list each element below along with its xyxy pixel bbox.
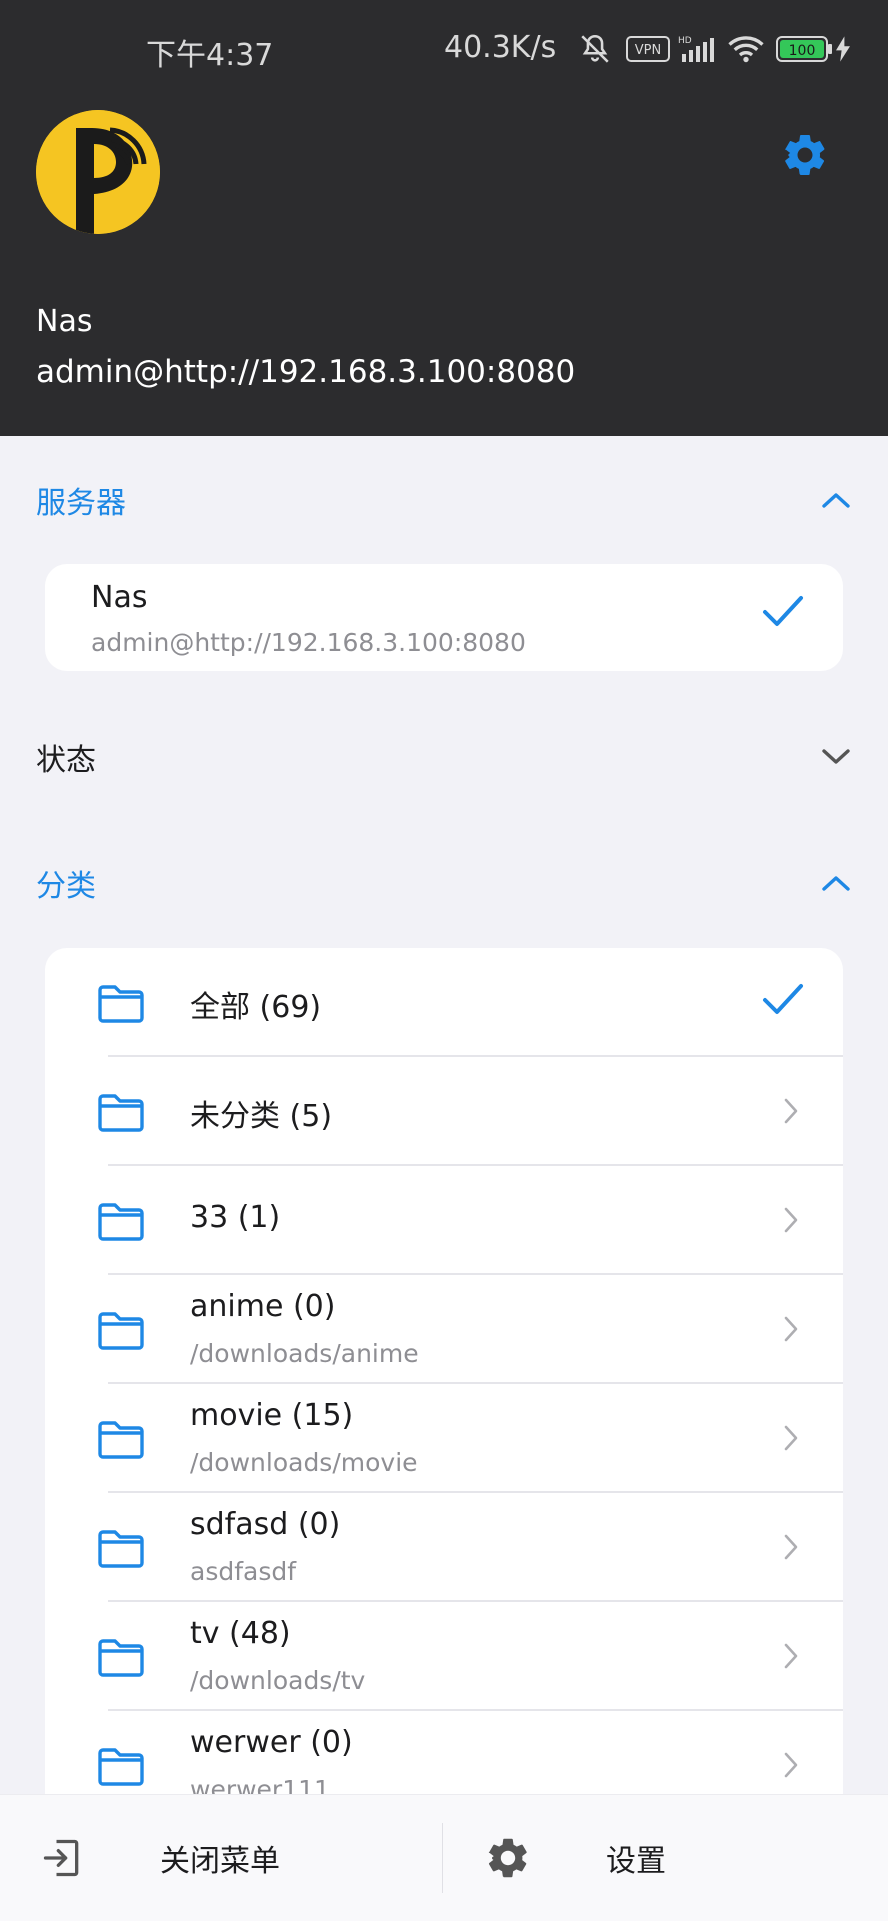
category-title: sdfasd (0): [190, 1507, 341, 1542]
folder-icon: [97, 984, 145, 1028]
folder-icon: [97, 1093, 145, 1137]
folder-icon: [97, 1311, 145, 1355]
section-category-header[interactable]: 分类: [36, 853, 852, 913]
category-row[interactable]: anime (0) /downloads/anime: [45, 1275, 843, 1384]
category-path: /downloads/anime: [190, 1339, 419, 1368]
category-row[interactable]: tv (48) /downloads/tv: [45, 1602, 843, 1711]
battery-level: 100: [789, 43, 816, 59]
server-card-address: admin@http://192.168.3.100:8080: [91, 628, 526, 657]
folder-icon: [97, 1638, 145, 1682]
settings-button[interactable]: 设置: [484, 1795, 666, 1921]
header-server-address: admin@http://192.168.3.100:8080: [36, 354, 576, 390]
exit-icon: [43, 1839, 79, 1877]
section-status-label: 状态: [36, 743, 96, 778]
hd-label: HD: [678, 36, 692, 46]
bottom-bar-divider: [442, 1823, 443, 1893]
status-bar: 下午4:37 40.3K/s VPN HD 100: [0, 0, 888, 96]
category-title: 未分类 (5): [190, 1099, 333, 1134]
section-server-label: 服务器: [36, 486, 126, 521]
chevron-up-icon: [822, 876, 850, 891]
category-row[interactable]: movie (15) /downloads/movie: [45, 1384, 843, 1493]
folder-icon: [97, 1529, 145, 1573]
status-network-speed: 40.3K/s: [444, 30, 557, 65]
drawer-header: 下午4:37 40.3K/s VPN HD 100 Nas admin@http…: [0, 0, 888, 436]
battery-icon: 100: [776, 36, 832, 62]
server-card[interactable]: Nas admin@http://192.168.3.100:8080: [45, 564, 843, 671]
app-logo: [36, 110, 160, 234]
gear-icon: [488, 1838, 527, 1878]
header-settings-gear-icon[interactable]: [780, 130, 830, 180]
category-list: 全部 (69) 未分类 (5) 33 (1) anime (0) /downloads/…: [45, 948, 843, 1848]
chevron-right-icon: [783, 1097, 799, 1129]
chevron-right-icon: [783, 1533, 799, 1565]
header-server-name: Nas: [36, 304, 93, 339]
section-status-header[interactable]: 状态: [36, 727, 852, 787]
charging-icon: [836, 36, 850, 62]
category-title: 33 (1): [190, 1200, 281, 1235]
chevron-right-icon: [783, 1424, 799, 1456]
settings-label: 设置: [606, 1844, 666, 1879]
category-title: werwer (0): [190, 1725, 353, 1760]
chevron-right-icon: [783, 1315, 799, 1347]
mute-icon: [581, 34, 609, 63]
wifi-icon: [728, 36, 764, 63]
category-row[interactable]: 33 (1): [45, 1166, 843, 1275]
status-icons: VPN HD 100: [578, 32, 852, 66]
chevron-right-icon: [783, 1751, 799, 1783]
section-category-label: 分类: [36, 869, 96, 904]
category-title: movie (15): [190, 1398, 354, 1433]
category-path: /downloads/movie: [190, 1448, 418, 1477]
close-menu-button[interactable]: 关闭菜单: [40, 1795, 280, 1921]
category-title: 全部 (69): [190, 990, 322, 1025]
vpn-icon: VPN: [626, 36, 670, 62]
chevron-up-icon: [822, 493, 850, 508]
folder-icon: [97, 1747, 145, 1791]
category-row[interactable]: sdfasd (0) asdfasdf: [45, 1493, 843, 1602]
category-row[interactable]: 未分类 (5): [45, 1057, 843, 1166]
checkmark-icon: [763, 596, 803, 626]
signal-icon: HD: [678, 36, 714, 62]
section-server-header[interactable]: 服务器: [36, 470, 852, 530]
chevron-right-icon: [783, 1642, 799, 1674]
app-logo-icon: [36, 110, 160, 234]
chevron-right-icon: [783, 1206, 799, 1238]
category-title: anime (0): [190, 1289, 336, 1324]
bottom-bar: 关闭菜单 设置: [0, 1794, 888, 1921]
folder-icon: [97, 1420, 145, 1464]
status-time: 下午4:37: [146, 38, 274, 73]
vpn-label: VPN: [635, 43, 661, 58]
folder-icon: [97, 1202, 145, 1246]
category-path: asdfasdf: [190, 1557, 297, 1586]
close-menu-label: 关闭菜单: [160, 1844, 280, 1879]
server-card-name: Nas: [91, 580, 148, 615]
category-title: tv (48): [190, 1616, 291, 1651]
checkmark-icon: [761, 980, 805, 1022]
category-path: /downloads/tv: [190, 1666, 366, 1695]
category-row[interactable]: 全部 (69): [45, 948, 843, 1057]
chevron-down-icon: [822, 749, 850, 764]
